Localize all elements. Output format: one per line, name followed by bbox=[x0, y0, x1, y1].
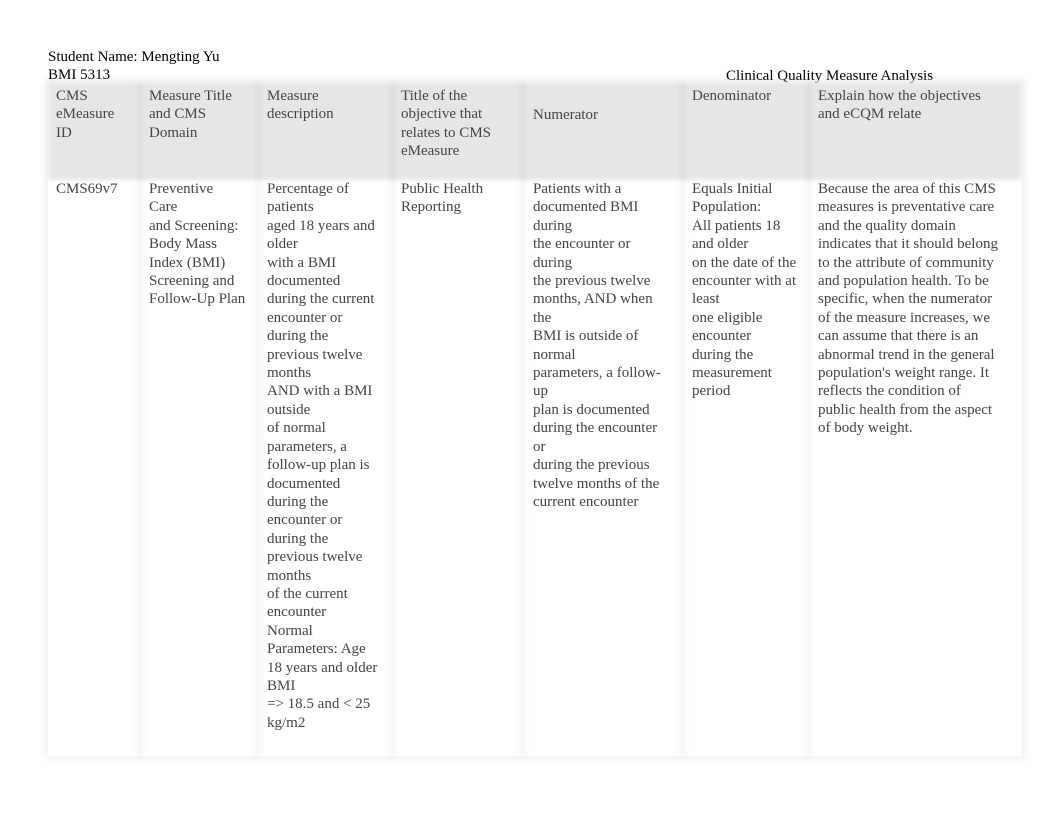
column-divider bbox=[255, 82, 261, 756]
student-name: Student Name: Mengting Yu bbox=[48, 49, 220, 65]
header-cms-id: CMS eMeasure ID bbox=[56, 88, 115, 141]
measure-table: CMS eMeasure ID Measure Title and CMS Do… bbox=[48, 82, 1022, 756]
header-numerator: Numerator bbox=[533, 107, 598, 123]
header-measure-description: Measure description bbox=[267, 88, 334, 123]
column-divider bbox=[520, 82, 526, 756]
cell-numerator: Patients with a documented BMI during th… bbox=[533, 181, 661, 510]
cell-measure-title: Preventive Care and Screening: Body Mass… bbox=[149, 181, 246, 308]
cell-cms-id: CMS69v7 bbox=[56, 181, 118, 197]
column-divider bbox=[680, 82, 686, 756]
cell-explanation: Because the area of this CMS measures is… bbox=[818, 181, 998, 437]
header-denominator: Denominator bbox=[692, 88, 772, 104]
column-divider bbox=[390, 82, 396, 756]
header-measure-title: Measure Title and CMS Domain bbox=[149, 88, 232, 141]
column-divider bbox=[137, 82, 143, 756]
header-explanation: Explain how the objectives and eCQM rela… bbox=[818, 88, 981, 123]
header-objective-title: Title of the objective that relates to C… bbox=[401, 88, 491, 160]
column-divider bbox=[806, 82, 812, 756]
cell-measure-description: Percentage of patients aged 18 years and… bbox=[267, 181, 378, 731]
cell-denominator: Equals Initial Population: All patients … bbox=[692, 181, 797, 400]
cell-objective-title: Public Health Reporting bbox=[401, 181, 484, 216]
